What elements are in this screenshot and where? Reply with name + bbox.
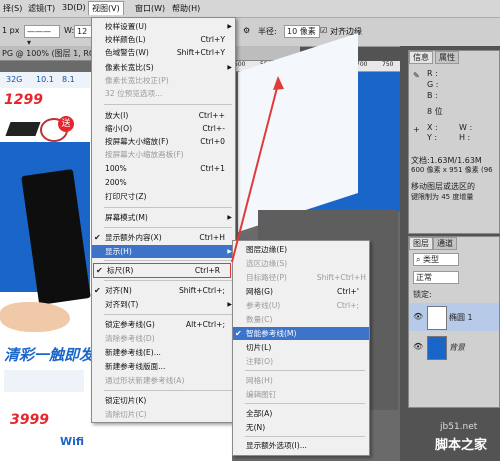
watermark-logo: 脚本之家 <box>435 438 488 453</box>
annotation-arrow <box>231 76 284 263</box>
watermark-url: jb51.net <box>440 422 478 432</box>
